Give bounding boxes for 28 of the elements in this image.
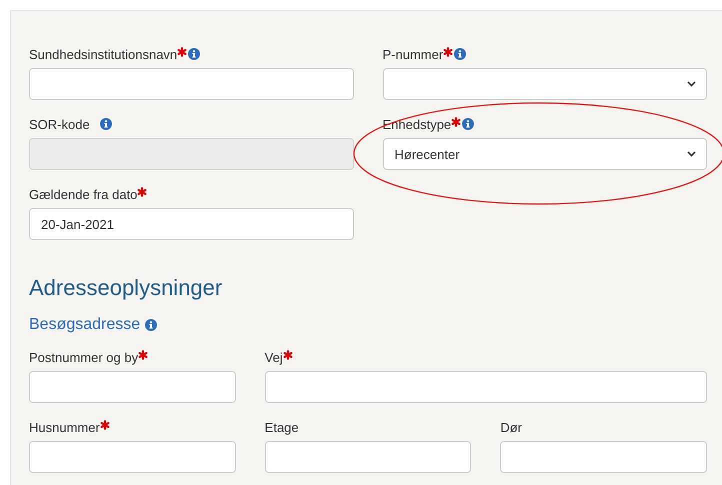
- field-label: Etage: [264, 420, 299, 434]
- info-icon[interactable]: [454, 48, 466, 60]
- field-label: Gældende fra dato: [29, 186, 138, 202]
- text-field[interactable]: [29, 68, 354, 100]
- text-field[interactable]: [500, 441, 707, 473]
- text-field[interactable]: 20-Jan-2021: [29, 208, 354, 240]
- info-icon[interactable]: [188, 48, 200, 60]
- dropdown[interactable]: Hørecenter: [382, 138, 707, 170]
- chevron-down-icon: [687, 151, 696, 157]
- subsection-heading: Besøgsadresse: [29, 316, 140, 334]
- chevron-down-icon: [687, 81, 696, 87]
- field-label: Postnummer og by: [29, 350, 138, 364]
- field-label: Enhedstype: [382, 116, 452, 132]
- field-label: Sundhedsinstitutionsnavn: [29, 46, 178, 62]
- field-label: SOR-kode: [29, 116, 90, 132]
- field-label: Vej: [264, 350, 283, 364]
- field-label: P-nummer: [382, 46, 444, 62]
- field-label: Dør: [500, 420, 522, 434]
- section-heading: Adresseoplysninger: [29, 274, 224, 302]
- info-icon[interactable]: [145, 319, 158, 331]
- text-field[interactable]: [264, 441, 472, 473]
- text-field[interactable]: [264, 371, 707, 403]
- field-label: Husnummer: [29, 420, 100, 434]
- text-field[interactable]: [29, 441, 236, 473]
- info-icon[interactable]: [462, 118, 474, 130]
- dropdown[interactable]: [382, 68, 707, 100]
- text-field[interactable]: [29, 371, 236, 403]
- info-icon[interactable]: [100, 118, 112, 130]
